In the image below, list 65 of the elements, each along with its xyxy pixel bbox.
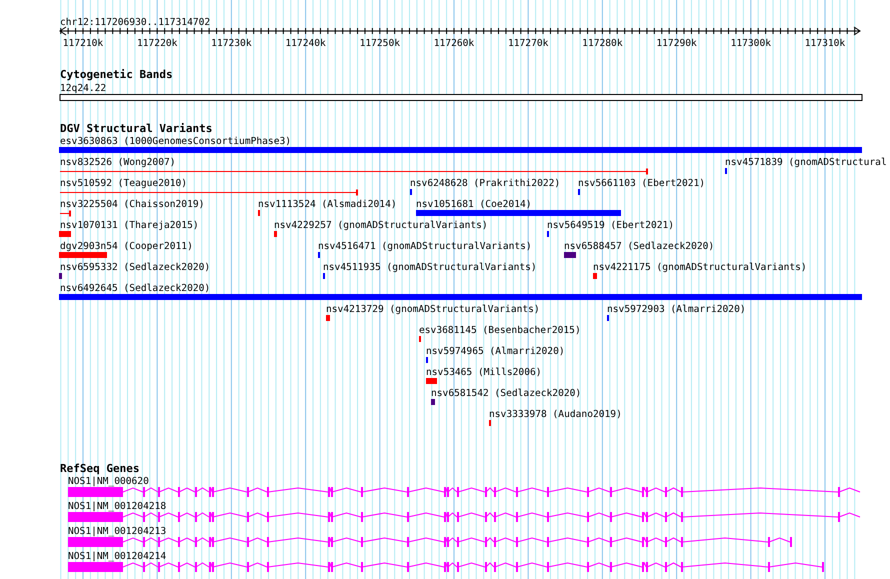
variant-line[interactable] xyxy=(60,190,358,196)
tick-label: 117260k xyxy=(434,38,474,49)
transcript-drawing[interactable] xyxy=(68,512,860,522)
variant-bar[interactable] xyxy=(59,147,862,153)
variant-line[interactable] xyxy=(60,210,71,216)
transcript-drawing[interactable] xyxy=(68,536,792,547)
variant-label: nsv6492645 (Sedlazeck2020) xyxy=(60,283,210,294)
transcript-drawing[interactable] xyxy=(68,562,824,572)
variant-label: nsv3225504 (Chaisson2019) xyxy=(60,199,204,210)
tick-label: 117230k xyxy=(211,38,252,49)
transcript-label: NOS1|NM_001204213 xyxy=(68,526,166,537)
variant-bar[interactable] xyxy=(564,252,576,258)
variant-label: nsv6581542 (Sedlazeck2020) xyxy=(431,388,582,399)
variant-label: nsv6588457 (Sedlazeck2020) xyxy=(564,241,714,252)
variant-label: esv3681145 (Besenbacher2015) xyxy=(419,325,581,336)
tick-label: 117280k xyxy=(582,38,623,49)
tick-label: 117270k xyxy=(508,38,548,49)
transcript-label: NOS1|NM_000620 xyxy=(68,476,149,487)
band-label: 12q24.22 xyxy=(60,83,106,94)
variant-label: nsv832526 (Wong2007) xyxy=(60,157,176,168)
variant-bar[interactable] xyxy=(426,378,437,384)
variant-label: nsv53465 (Mills2006) xyxy=(426,367,542,378)
track-title: DGV Structural Variants xyxy=(60,122,212,135)
track-title: RefSeq Genes xyxy=(60,462,140,475)
variant-label: nsv5972903 (Almarri2020) xyxy=(607,304,746,315)
tick-label: 117210k xyxy=(62,38,104,49)
track-title: Cytogenetic Bands xyxy=(60,68,173,81)
variant-label: esv3630863 (1000GenomesConsortiumPhase3) xyxy=(60,136,292,147)
tick-label: 117300k xyxy=(730,38,772,49)
variant-label: nsv1051681 (Coe2014) xyxy=(416,199,532,210)
variant-bar[interactable] xyxy=(593,273,597,279)
variant-bar[interactable] xyxy=(59,231,71,237)
variant-label: nsv6595332 (Sedlazeck2020) xyxy=(60,262,210,273)
variant-label: nsv4511935 (gnomADStructuralVariants) xyxy=(323,262,537,273)
variant-bar[interactable] xyxy=(431,399,435,405)
tick-label: 117290k xyxy=(656,38,697,49)
tick-label: 117310k xyxy=(804,38,846,49)
variant-label: nsv4229257 (gnomADStructuralVariants) xyxy=(274,220,488,231)
variant-label: nsv3333978 (Audano2019) xyxy=(489,409,622,420)
variant-label: nsv5661103 (Ebert2021) xyxy=(578,178,706,189)
variant-bar[interactable] xyxy=(59,294,862,300)
variant-bar[interactable] xyxy=(274,231,277,237)
transcript-label: NOS1|NM_001204214 xyxy=(68,551,166,562)
variant-bar[interactable] xyxy=(59,273,62,279)
variant-label: nsv5649519 (Ebert2021) xyxy=(547,220,674,231)
variant-label: nsv5974965 (Almarri2020) xyxy=(426,346,565,357)
variant-label: nsv4213729 (gnomADStructuralVariants) xyxy=(326,304,540,315)
variant-line[interactable] xyxy=(60,168,648,174)
variant-label: nsv4516471 (gnomADStructuralVariants) xyxy=(318,241,532,252)
location-label: chr12:117206930..117314702 xyxy=(60,17,210,28)
tick-label: 117240k xyxy=(285,38,326,49)
variant-bar[interactable] xyxy=(59,252,107,258)
transcript-drawing[interactable] xyxy=(68,486,860,497)
variant-label: nsv6248628 (Prakrithi2022) xyxy=(410,178,560,189)
transcript-label: NOS1|NM_001204218 xyxy=(68,501,166,512)
tick-label: 117220k xyxy=(136,38,178,49)
variant-label: nsv510592 (Teague2010) xyxy=(60,178,188,189)
variant-label: dgv2903n54 (Cooper2011) xyxy=(60,241,193,252)
variant-label: nsv1070131 (Thareja2015) xyxy=(60,220,199,231)
tick-label: 117250k xyxy=(360,38,400,49)
variant-label: nsv1113524 (Alsmadi2014) xyxy=(258,199,397,210)
variant-label: nsv4221175 (gnomADStructuralVariants) xyxy=(593,262,807,273)
variant-bar[interactable] xyxy=(416,210,621,216)
variant-label: nsv4571839 (gnomADStructural xyxy=(725,157,887,168)
variant-bar[interactable] xyxy=(326,315,330,321)
